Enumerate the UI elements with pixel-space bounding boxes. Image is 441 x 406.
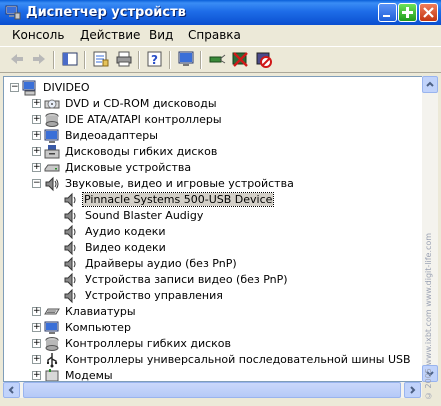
scan-hardware-icon[interactable] [177,50,195,68]
menu-action[interactable]: Действие [80,28,140,42]
menu-help[interactable]: Справка [188,28,241,42]
uninstall-device-icon[interactable] [231,50,249,68]
scroll-right-button[interactable] [404,382,421,398]
toolbar: ? [0,46,441,73]
expand-toggle[interactable]: + [32,371,41,380]
tree-item-label: Видеоадаптеры [65,129,158,142]
tree-child-label: Драйверы аудио (без PnP) [85,257,237,270]
expand-toggle[interactable]: + [32,307,41,316]
disk-drive-icon [44,164,60,172]
scroll-thumb[interactable] [23,382,401,398]
forward-arrow-icon[interactable] [30,50,48,68]
minimize-button[interactable] [378,3,397,22]
sound-device-icon [64,208,76,224]
sound-device-icon [64,192,76,208]
usb-icon [47,353,58,368]
toolbar-separator [169,51,171,69]
expand-toggle[interactable]: + [32,339,41,348]
sound-device-icon [64,288,76,304]
update-driver-icon[interactable] [208,50,226,68]
chevron-up-icon [426,81,434,87]
help-icon[interactable]: ? [146,50,164,68]
sound-device-icon [64,272,76,288]
tree-item-label: Контроллеры гибких дисков [65,337,232,350]
minimize-icon [383,15,390,17]
tree-item-label: DVD и CD-ROM дисководы [65,97,217,110]
window-title: Диспетчер устройств [26,5,186,20]
close-button[interactable] [419,3,438,22]
status-bar [0,398,441,406]
expand-toggle[interactable]: + [32,355,41,364]
sound-device-icon [64,224,76,240]
modem-icon [45,369,59,381]
tree-item-label: Компьютер [65,321,131,334]
toolbar-separator [53,51,55,69]
menu-console[interactable]: Консоль [12,28,64,42]
sound-device-icon [64,240,76,256]
maximize-button[interactable] [398,3,417,22]
plus-icon [402,7,413,18]
tree-child-label: Sound Blaster Audigy [85,209,204,222]
device-tree: − DIVIDEO + DVD и CD-ROM дисководы + IDE… [3,76,423,382]
tree-child-label-selected: Pinnacle Systems 500-USB Device [81,192,275,207]
computer-icon [22,80,36,96]
expand-toggle[interactable]: + [32,147,41,156]
toolbar-separator [200,51,202,69]
cdrom-icon [44,99,60,109]
scroll-up-button[interactable] [422,76,438,93]
expand-toggle[interactable]: + [32,131,41,140]
tree-item-label: Клавиатуры [65,305,136,318]
chevron-right-icon [410,386,416,394]
expand-toggle[interactable]: + [32,99,41,108]
expand-toggle[interactable]: + [32,115,41,124]
tree-child-label: Видео кодеки [85,241,166,254]
expand-toggle[interactable]: + [32,163,41,172]
back-arrow-icon[interactable] [8,50,26,68]
floppy-controller-icon [45,337,59,351]
device-manager-icon [5,5,21,20]
menu-view[interactable]: Вид [149,28,173,42]
expand-toggle[interactable]: + [32,323,41,332]
toolbar-separator [84,51,86,69]
title-bar[interactable]: Диспетчер устройств [0,0,441,25]
sound-device-icon [64,256,76,272]
print-icon[interactable] [115,50,133,68]
watermark: © 2005 www.ixbt.com www.digit-life.com [424,232,433,400]
toolbar-separator [138,51,140,69]
display-adapter-icon [44,129,59,143]
collapse-toggle[interactable]: − [32,179,41,188]
floppy-drive-icon [44,145,60,159]
tree-item-label: Контроллеры универсальной последовательн… [65,353,411,366]
keyboard-icon [44,308,60,315]
tree-child-label: Аудио кодеки [85,225,166,238]
tree-item-label: Модемы [65,369,113,382]
tree-item-label: Звуковые, видео и игровые устройства [65,177,294,190]
tree-child-label: Устройство управления [85,289,223,302]
computer-icon [44,321,59,334]
chevron-left-icon [8,386,14,394]
close-icon [423,7,434,18]
svg-text:?: ? [151,53,158,67]
scroll-left-button[interactable] [3,382,20,398]
tree-item-label: Дисковые устройства [65,161,192,174]
properties-icon[interactable] [92,50,110,68]
tree-item-label: Дисководы гибких дисков [65,145,218,158]
device-manager-window: Диспетчер устройств Консоль Действие Вид… [0,0,441,406]
disable-device-icon[interactable] [254,50,272,68]
tree-child-label: Устройства записи видео (без PnP) [85,273,288,286]
tree-item-label: IDE ATA/ATAPI контроллеры [65,113,222,126]
menu-bar: Консоль Действие Вид Справка [0,25,441,46]
sound-device-icon [45,176,59,192]
horizontal-scrollbar[interactable] [3,382,422,398]
root-label: DIVIDEO [43,81,90,94]
collapse-toggle[interactable]: − [10,83,19,92]
ide-controller-icon [45,113,59,127]
console-tree-icon[interactable] [61,50,79,68]
